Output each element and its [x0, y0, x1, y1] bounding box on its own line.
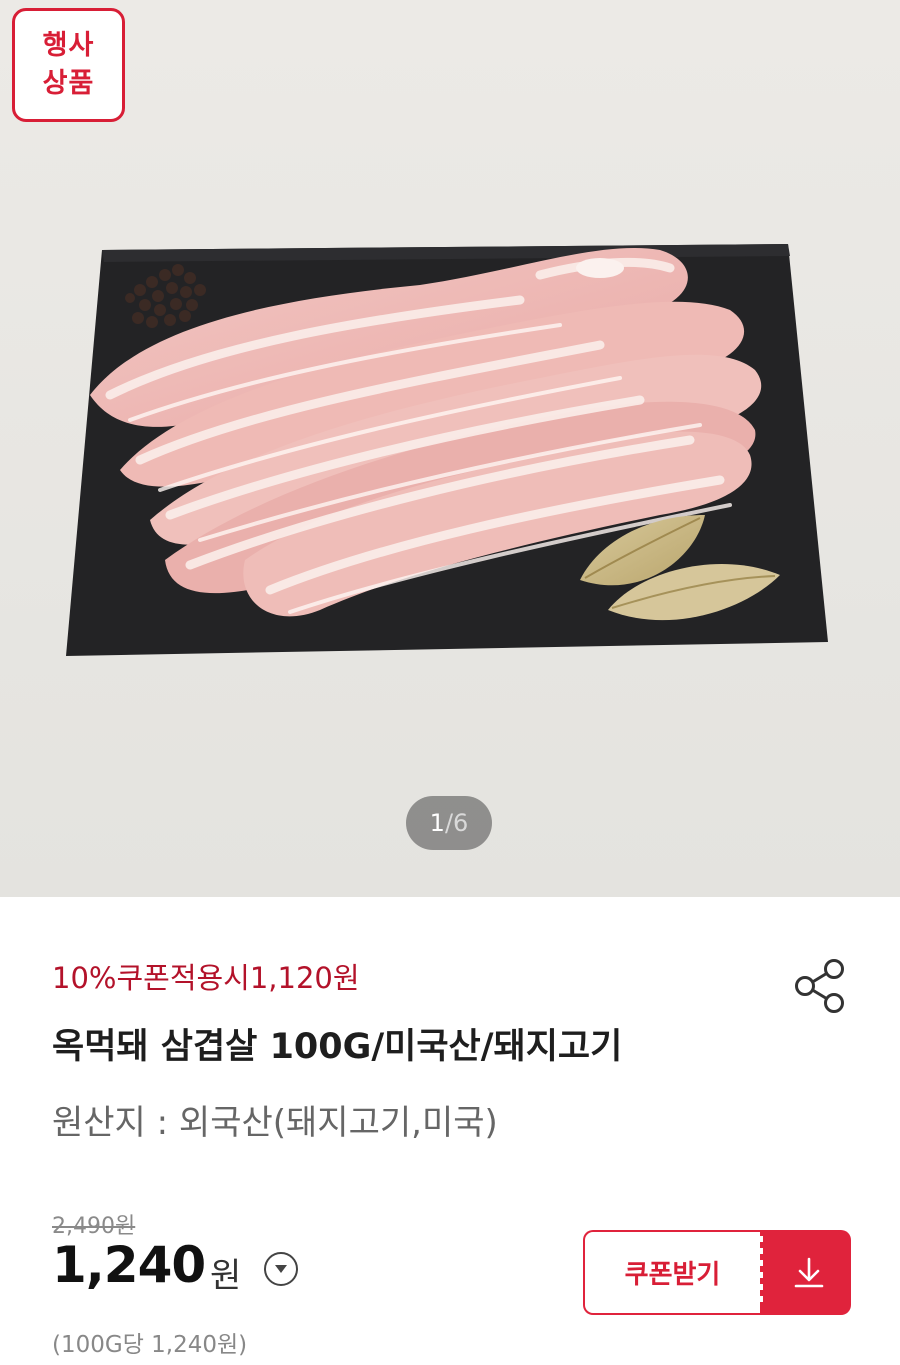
sale-price: 1,240 — [52, 1236, 206, 1294]
share-button[interactable] — [790, 955, 852, 1017]
badge-line-1: 행사 — [42, 30, 95, 61]
unit-price: (100G당 1,240원) — [52, 1332, 248, 1358]
image-pager: 1 / 6 — [406, 796, 492, 850]
get-coupon-button[interactable]: 쿠폰받기 — [583, 1230, 851, 1315]
coupon-applied-price: 10%쿠폰적용시1,120원 — [52, 961, 360, 995]
pager-current: 1 — [429, 809, 445, 837]
event-product-badge: 행사 상품 — [12, 8, 125, 122]
product-title: 옥먹돼 삼겹살 100G/미국산/돼지고기 — [52, 1027, 623, 1067]
download-icon — [794, 1257, 823, 1287]
chevron-down-circle-icon — [275, 1265, 287, 1273]
get-coupon-label: 쿠폰받기 — [583, 1230, 760, 1315]
coupon-perforation — [760, 1230, 766, 1315]
share-icon — [795, 959, 844, 1013]
coupon-download-area[interactable] — [766, 1230, 851, 1315]
price-detail-button[interactable] — [264, 1252, 298, 1286]
country-of-origin: 원산지 : 외국산(돼지고기,미국) — [52, 1103, 498, 1143]
pager-total: 6 — [453, 809, 469, 837]
product-image-gallery[interactable]: 행사 상품 1 / 6 — [0, 0, 900, 897]
product-photo — [0, 0, 900, 897]
badge-line-2: 상품 — [42, 68, 95, 99]
sale-price-unit: 원 — [210, 1256, 242, 1296]
pager-separator: / — [444, 809, 454, 837]
